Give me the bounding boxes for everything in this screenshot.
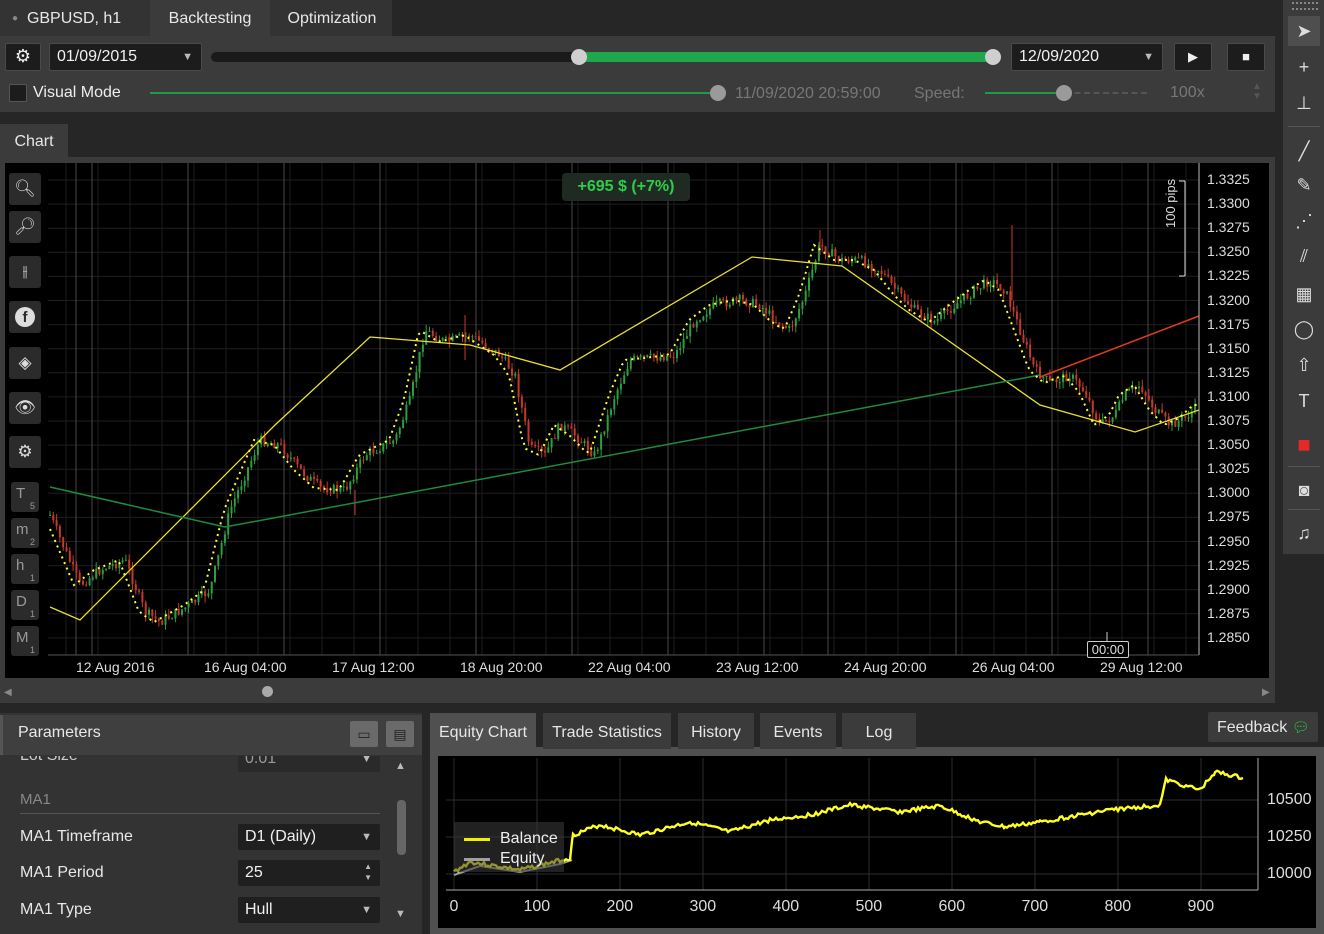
legend-equity-swatch — [464, 858, 490, 861]
equity-x-label: 500 — [855, 898, 883, 915]
equity-y-label: 10500 — [1267, 791, 1312, 808]
equity-legend: Balance Equity — [454, 822, 564, 872]
equity-x-label: 800 — [1104, 898, 1132, 915]
equity-x-label: 300 — [689, 898, 717, 915]
legend-equity-label: Equity — [500, 850, 545, 867]
equity-x-label: 900 — [1187, 898, 1215, 915]
equity-x-label: 600 — [938, 898, 966, 915]
equity-x-label: 200 — [606, 898, 634, 915]
equity-x-label: 400 — [772, 898, 800, 915]
equity-x-label: 700 — [1021, 898, 1049, 915]
legend-balance-label: Balance — [500, 830, 558, 847]
equity-y-label: 10250 — [1267, 828, 1312, 845]
equity-y-label: 10000 — [1267, 865, 1312, 882]
equity-x-label: 0 — [449, 898, 459, 915]
legend-balance-swatch — [464, 838, 490, 841]
balance-series-line — [453, 769, 1244, 874]
equity-chart-svg — [446, 758, 1259, 891]
equity-x-label: 100 — [523, 898, 551, 915]
